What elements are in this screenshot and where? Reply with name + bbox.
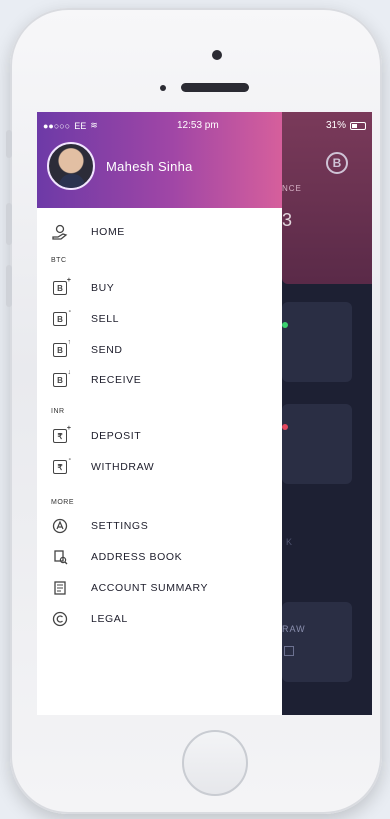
menu-label-account-summary: ACCOUNT SUMMARY [91,582,209,594]
coin-symbol: B [332,156,342,170]
signal-icon: ●●○○○ [43,120,71,131]
section-title-inr: INR [51,408,65,415]
address-book-icon [51,549,69,565]
volume-down-button [6,265,12,307]
menu-item-send[interactable]: B ↑ SEND [37,337,282,363]
bitcoin-coin-icon[interactable]: B [326,152,348,174]
avatar[interactable] [47,142,95,190]
stage: 31% B NCE 3 K RAW ●●○○○ EE ≋ 12:53 pm Ma… [0,0,390,819]
menu-item-sell[interactable]: B- SELL [37,306,282,332]
withdraw-label: RAW [282,624,306,634]
navigation-drawer: ●●○○○ EE ≋ 12:53 pm Mahesh Sinha HOME BT… [37,112,282,715]
home-button[interactable] [182,730,248,796]
menu-item-legal[interactable]: LEGAL [37,606,282,632]
menu-item-withdraw[interactable]: ₹ - WITHDRAW [37,454,282,480]
front-camera [212,50,222,60]
mute-switch [6,130,12,158]
drawer-header: ●●○○○ EE ≋ 12:53 pm Mahesh Sinha [37,112,282,208]
status-right: 31% [326,120,366,131]
coin-send-icon: B ↑ [51,339,71,358]
menu-label-settings: SETTINGS [91,520,149,532]
status-left: ●●○○○ EE ≋ [43,120,98,131]
menu-label-deposit: DEPOSIT [91,430,142,442]
balance-label: NCE [282,184,302,193]
section-title-more: MORE [51,499,74,506]
menu-label-buy: BUY [91,282,115,294]
background-card-withdraw[interactable]: RAW [282,602,352,682]
coin-plus-icon: B + [51,277,71,296]
account-summary-icon [51,580,69,596]
volume-up-button [6,203,12,245]
up-indicator [282,322,288,328]
status-time: 12:53 pm [177,120,219,131]
rupee-minus-icon: ₹ - [51,456,71,475]
battery-percent: 31% [325,120,346,131]
settings-icon [51,518,69,534]
menu-item-receive[interactable]: B ↓ RECEIVE [37,367,282,393]
background-card-sell[interactable] [282,404,352,484]
balance-value: 3 [282,210,293,230]
carrier-name: EE [74,120,87,131]
withdraw-icon [284,646,294,656]
hand-coin-icon [51,224,69,240]
menu-label-address-book: ADDRESS BOOK [91,551,183,563]
menu-label-legal: LEGAL [91,613,128,625]
background-card-buy[interactable] [282,302,352,382]
rupee-plus-icon: ₹ + [51,425,71,444]
menu-label-sell: SELL [91,313,120,325]
coin-receive-icon: B ↓ [51,369,71,388]
menu-item-account-summary[interactable]: ACCOUNT SUMMARY [37,575,282,601]
phone-screen: 31% B NCE 3 K RAW ●●○○○ EE ≋ 12:53 pm Ma… [37,112,372,715]
background-app[interactable]: 31% B NCE 3 K RAW [282,112,372,715]
menu-item-deposit[interactable]: ₹ + DEPOSIT [37,423,282,449]
menu-item-home[interactable]: HOME [37,219,282,245]
wifi-icon: ≋ [90,120,98,130]
coin-minus-icon: B- [51,308,71,327]
menu-label-withdraw: WITHDRAW [91,461,155,473]
earpiece-speaker [181,83,249,92]
menu-item-buy[interactable]: B + BUY [37,275,282,301]
menu-label-home: HOME [91,226,125,238]
user-name[interactable]: Mahesh Sinha [106,159,193,174]
background-app-header: 31% B NCE 3 [282,112,372,284]
proximity-sensor [160,85,166,91]
copyright-icon [51,611,69,627]
menu-item-address-book[interactable]: ADDRESS BOOK [37,544,282,570]
menu-label-receive: RECEIVE [91,374,142,386]
menu-item-settings[interactable]: SETTINGS [37,513,282,539]
section-title-btc: BTC [51,257,67,264]
down-indicator [282,424,288,430]
battery-icon [350,121,366,130]
menu-label-send: SEND [91,344,123,356]
background-faded-label: K [286,537,294,547]
